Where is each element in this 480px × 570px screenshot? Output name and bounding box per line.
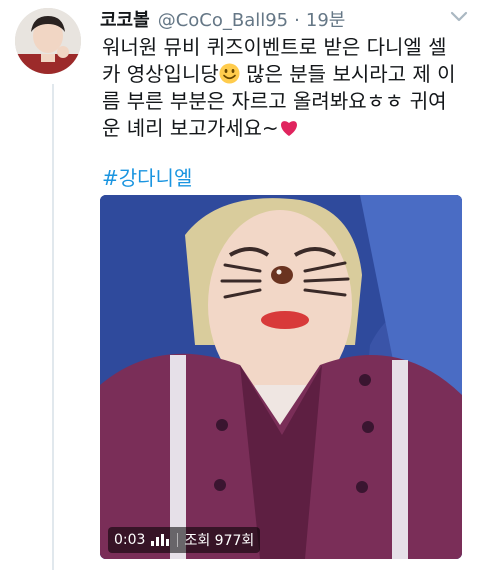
chevron-down-icon[interactable] xyxy=(450,10,468,24)
tweet-header: 코코볼 @CoCo_Ball95 · 19분 xyxy=(100,6,468,32)
volume-bars-icon xyxy=(151,534,171,546)
thread-line xyxy=(52,84,54,570)
separator-dot: · xyxy=(294,10,300,31)
avatar[interactable] xyxy=(15,8,81,74)
video-thumbnail xyxy=(100,195,462,559)
user-handle[interactable]: @CoCo_Ball95 xyxy=(158,10,288,31)
overlay-divider xyxy=(177,533,179,547)
smiling-face-icon xyxy=(219,63,240,84)
heart-icon xyxy=(280,121,297,136)
tweet-text: 워너원 뮤비 퀴즈이벤트로 받은 다니엘 셀카 영상입니당 많은 분들 보시라고… xyxy=(102,34,462,142)
timestamp[interactable]: 19분 xyxy=(306,6,345,32)
video-info-overlay: 0:03 조회 977회 xyxy=(108,527,261,553)
avatar-image xyxy=(15,8,81,74)
hashtag-link[interactable]: #강다니엘 xyxy=(102,162,192,191)
display-name[interactable]: 코코볼 xyxy=(100,6,150,32)
video-duration: 0:03 xyxy=(114,532,146,548)
video-player[interactable]: 0:03 조회 977회 xyxy=(100,195,462,559)
view-count: 조회 977회 xyxy=(184,533,255,549)
